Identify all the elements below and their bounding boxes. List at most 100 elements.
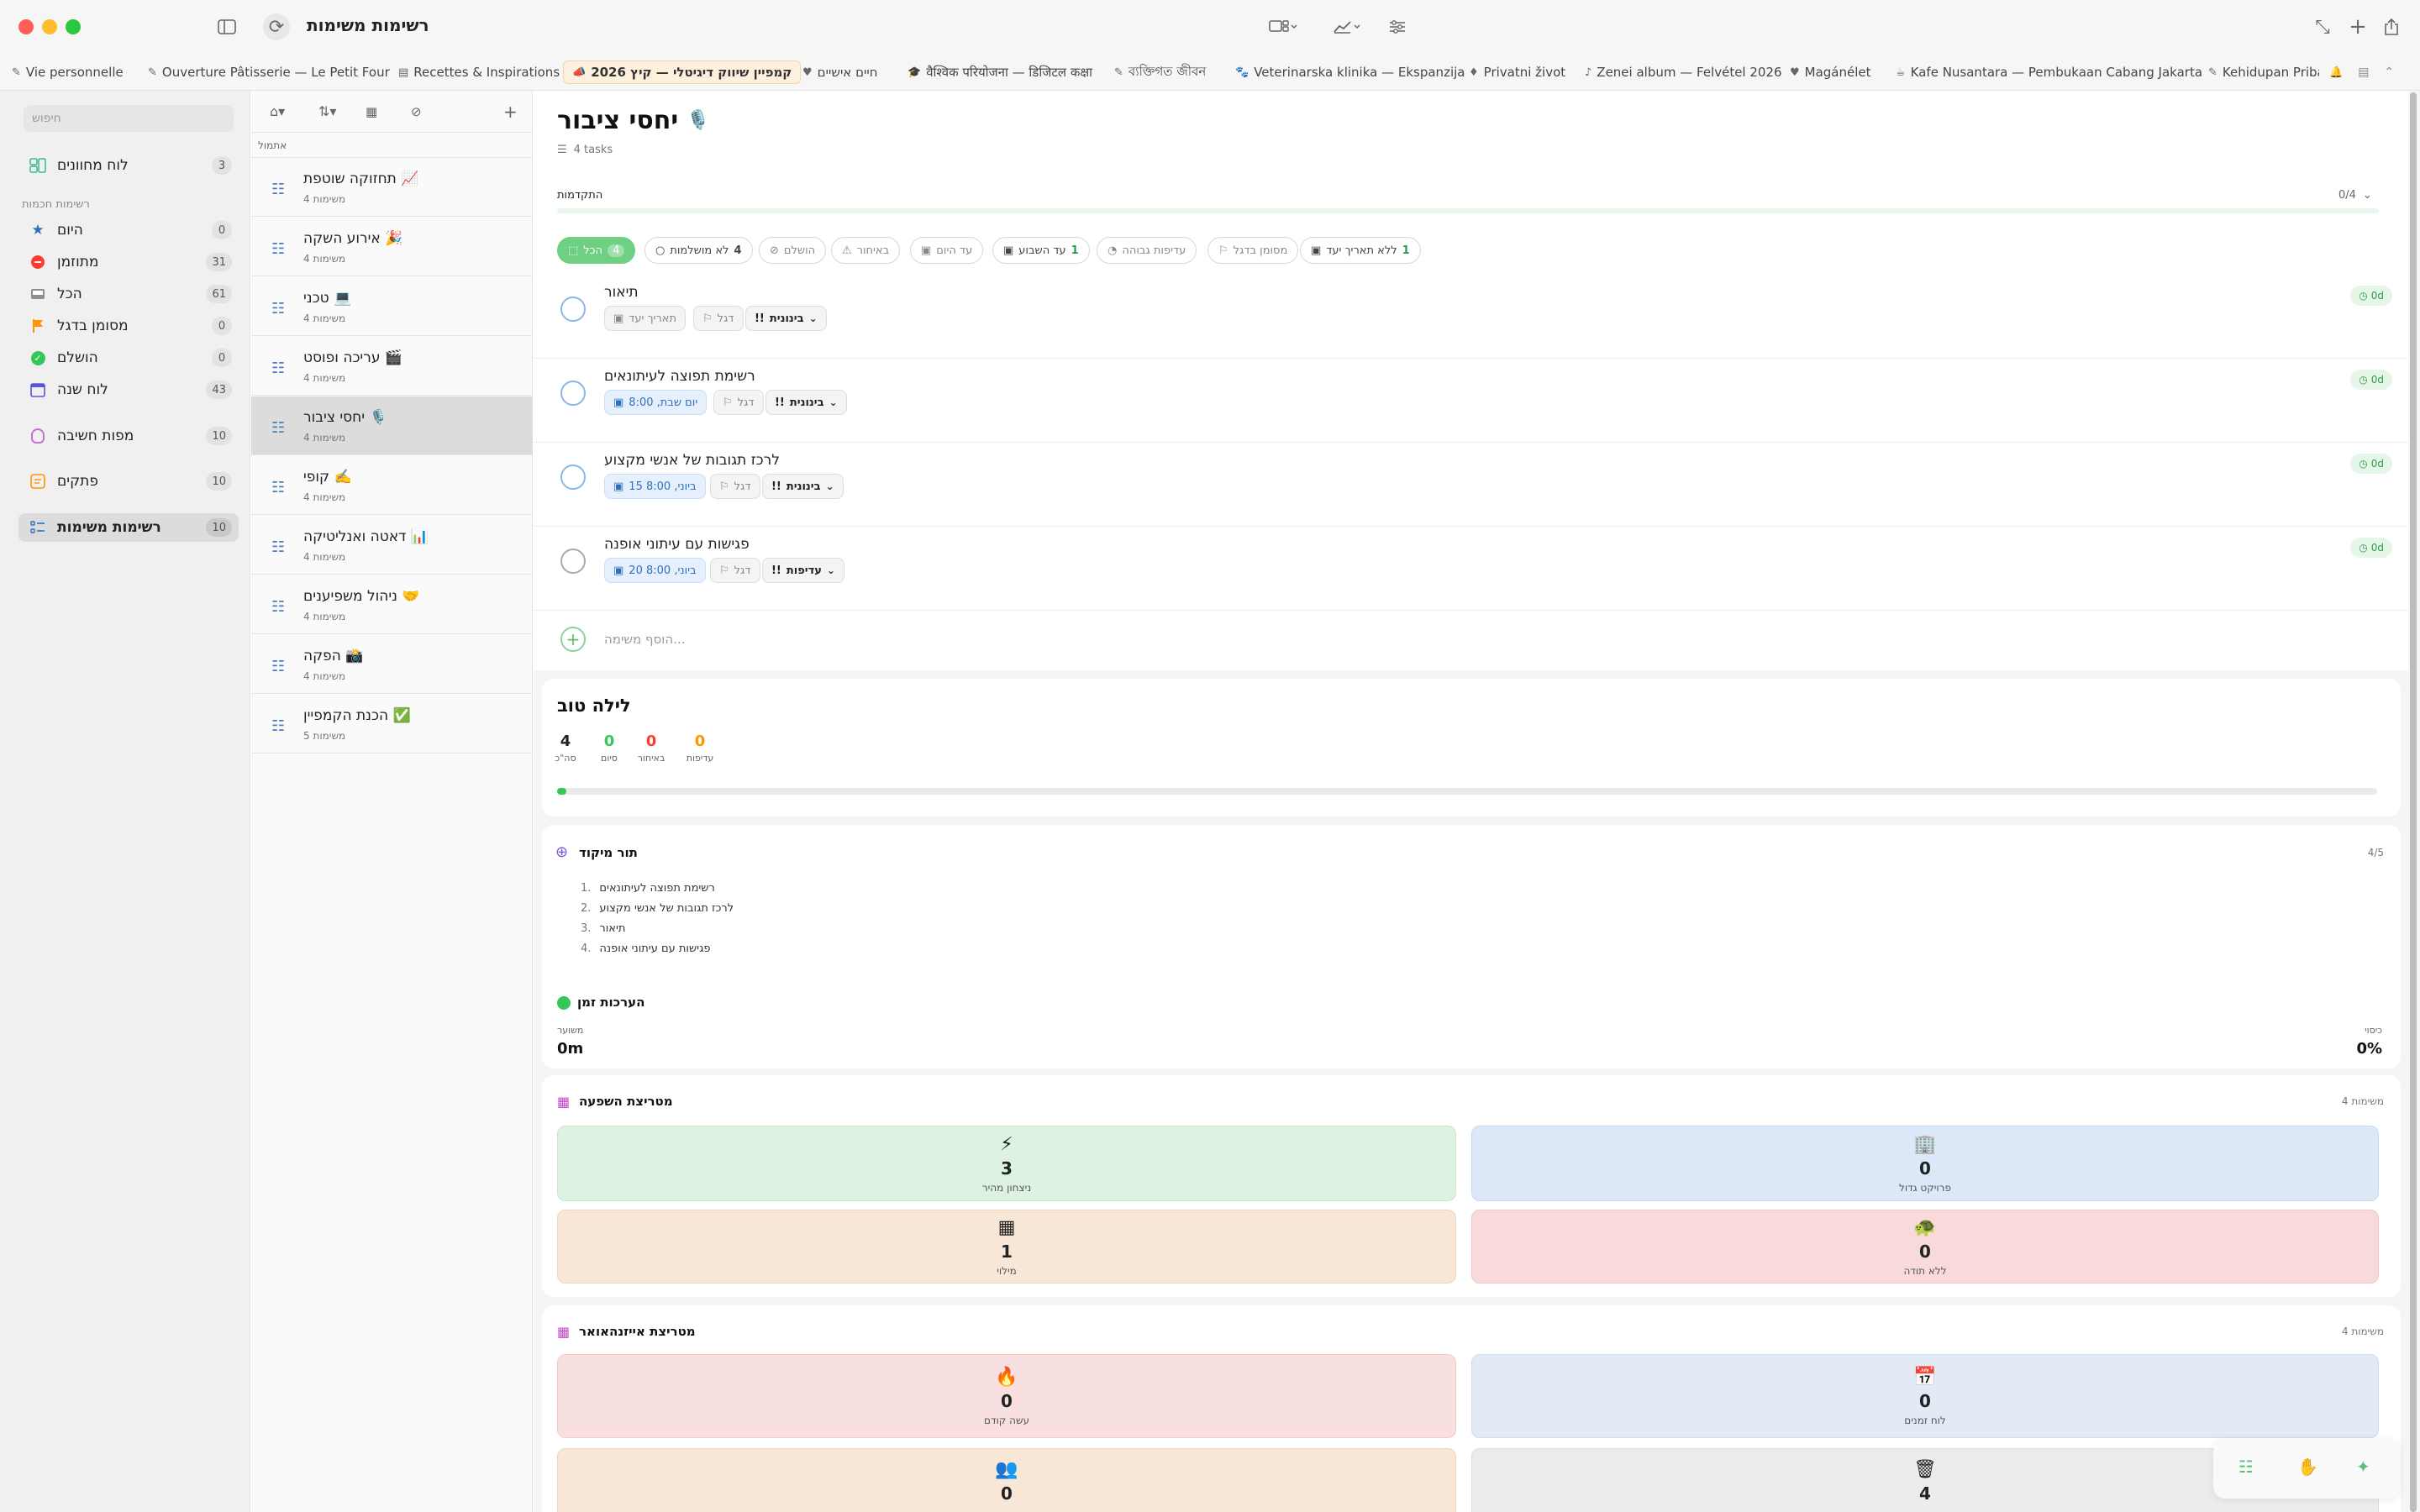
scrollbar-thumb[interactable] xyxy=(2410,92,2417,1512)
sync-icon[interactable]: ⟳ xyxy=(263,13,290,40)
due-date-chip[interactable]: ▣ תאריך יעד xyxy=(604,306,687,331)
focus-item[interactable]: 1. רשימת תפוצה לעיתונאים xyxy=(581,879,734,899)
due-date-chip[interactable]: ▣ יום שבת, 8:00 xyxy=(604,390,708,415)
tab[interactable]: ✎ ব্যক্তিগত জীবন xyxy=(1114,60,1206,84)
filler-cell[interactable]: ▦ 1 מילוי xyxy=(557,1210,1456,1284)
sidebar-item-scheduled[interactable]: מתוזמן 31 xyxy=(18,248,239,276)
sidebar-item-flagged[interactable]: מסומן בדגל 0 xyxy=(18,312,239,340)
tab[interactable]: ▤ Recettes & Inspirations xyxy=(398,60,560,84)
filter-chip-flagged[interactable]: ⚐ מסומן בדגל xyxy=(1207,237,1299,264)
tab[interactable]: ✎ Vie personnelle xyxy=(12,60,124,84)
flag-chip[interactable]: ⚐ דגל xyxy=(693,306,744,331)
tab[interactable]: ☕ Kafe Nusantara — Pembukaan Cabang Jakar… xyxy=(1896,60,2202,84)
add-task-input[interactable]: הוסף משימה... xyxy=(604,632,685,647)
quick-win-cell[interactable]: ⚡ 3 ניצחון מהיר xyxy=(557,1126,1456,1201)
list-item-selected[interactable]: ☷ יחסי ציבור 🎙️ 4 משימות xyxy=(251,396,533,455)
priority-dropdown[interactable]: !! בינונית ⌄ xyxy=(745,306,827,331)
tab[interactable]: ♪ Zenei album — Felvétel 2026 xyxy=(1585,60,1782,84)
list-item[interactable]: ☷ תחזוקה שוטפת 📈 4 משימות xyxy=(251,158,533,217)
add-icon[interactable]: + xyxy=(2346,13,2370,40)
sidebar-right-icon[interactable]: ▤ xyxy=(2358,66,2369,79)
bell-icon[interactable]: 🔔 xyxy=(2329,66,2343,79)
share-icon[interactable] xyxy=(2380,13,2403,40)
filter-sliders-icon[interactable] xyxy=(1385,13,1410,40)
grid-view-icon[interactable]: ▦ xyxy=(366,104,377,119)
list-item[interactable]: ☷ דאטה ואנליטיקה 📊 4 משימות xyxy=(251,516,533,575)
flag-chip[interactable]: ⚐ דגל xyxy=(710,474,760,499)
sidebar-item-tasklists[interactable]: רשימות משימות 10 xyxy=(18,513,239,542)
list-item[interactable]: ☷ אירוע השקה 🎉 4 משימות xyxy=(251,218,533,276)
list-item[interactable]: ☷ טכני 💻 4 משימות xyxy=(251,277,533,336)
tab[interactable]: 🎓 वैश्विक परियोजना — डिजिटल कक्षा xyxy=(908,60,1092,84)
task-row[interactable]: לרכז תגובות של אנשי מקצוע ▣ 15 ביוני, 8:0… xyxy=(534,444,2409,527)
chevron-up-icon[interactable]: ⌃ xyxy=(2384,66,2394,79)
sidebar-item-calendar[interactable]: לוח שנה 43 xyxy=(18,375,239,404)
due-date-chip[interactable]: ▣ 15 ביוני, 8:00 xyxy=(604,474,706,499)
list-item[interactable]: ☷ עריכה ופוסט 🎬 4 משימות xyxy=(251,337,533,396)
filter-chip-incomplete[interactable]: ○ לא מושלמות 4 xyxy=(644,237,753,264)
sidebar-item-completed[interactable]: ✓ הושלם 0 xyxy=(18,344,239,372)
priority-dropdown[interactable]: !! עדיפות ⌄ xyxy=(762,558,844,583)
tab-active[interactable]: 📣 קמפיין שיווק דיגיטלי — קיץ 2026 xyxy=(563,60,802,84)
task-row[interactable]: רשימת תפוצה לעיתונאים ▣ יום שבת, 8:00 ⚐ דג… xyxy=(534,360,2409,443)
hand-icon[interactable]: ✋ xyxy=(2297,1457,2318,1477)
list-item[interactable]: ☷ הכנת הקמפיין ✅ 5 משימות xyxy=(251,695,533,753)
check-filter-icon[interactable]: ⊘ xyxy=(411,104,422,119)
chart-menu-icon[interactable] xyxy=(1326,13,1368,40)
sidebar-item-mindmaps[interactable]: מפות חשיבה 10 xyxy=(18,422,239,450)
tab[interactable]: ✎ Kehidupan Pribadi xyxy=(2208,60,2319,84)
magic-wand-icon[interactable]: ✦ xyxy=(2356,1457,2370,1477)
filter-chip-no-due-date[interactable]: ▣ ללא תאריך יעד 1 xyxy=(1300,237,1421,264)
task-row[interactable]: תיאור ▣ תאריך יעד ⚐ דגל !! בינונית ⌄ ◷ 0d xyxy=(534,276,2409,359)
filter-chip-high-priority[interactable]: ◔ עדיפות גבוהה xyxy=(1097,237,1197,264)
search-input[interactable]: חיפוש xyxy=(32,112,61,125)
filter-chip-all[interactable]: ⬚ הכל 4 xyxy=(557,237,636,264)
filter-chip-overdue[interactable]: ⚠ באיחור xyxy=(831,237,901,264)
task-title[interactable]: רשימת תפוצה לעיתונאים xyxy=(604,368,755,385)
task-checkbox[interactable] xyxy=(560,381,586,406)
priority-dropdown[interactable]: !! בינונית ⌄ xyxy=(762,474,844,499)
big-project-cell[interactable]: 🏢 0 פרויקט גדול xyxy=(1471,1126,2379,1201)
tab[interactable]: 🐾 Veterinarska klinika — Ekspanzija xyxy=(1235,60,1465,84)
due-date-chip[interactable]: ▣ 20 ביוני, 8:00 xyxy=(604,558,706,583)
list-item[interactable]: ☷ קופי ✍️ 4 משימות xyxy=(251,456,533,515)
do-first-cell[interactable]: 🔥 0 עשה קודם xyxy=(557,1354,1456,1438)
task-checkbox[interactable] xyxy=(560,297,586,322)
priority-dropdown[interactable]: !! בינונית ⌄ xyxy=(765,390,847,415)
sidebar-item-today[interactable]: ★ היום 0 xyxy=(18,216,239,244)
focus-item[interactable]: 2. לרכז תגובות של אנשי מקצוע xyxy=(581,899,734,919)
thankless-cell[interactable]: 🐢 0 ללא תודה xyxy=(1471,1210,2379,1284)
sidebar-toggle-icon[interactable] xyxy=(214,13,239,40)
list-item[interactable]: ☷ הפקה 📸 4 משימות xyxy=(251,635,533,694)
collapse-icon[interactable]: ⤡ xyxy=(2311,13,2334,40)
delegate-cell[interactable]: 👥 0 xyxy=(557,1448,1456,1512)
filter-chip-completed[interactable]: ⊘ הושלם xyxy=(759,237,827,264)
sidebar-item-all[interactable]: הכל 61 xyxy=(18,280,239,308)
tab[interactable]: ♥ Magánélet xyxy=(1790,60,1871,84)
task-title[interactable]: לרכז תגובות של אנשי מקצוע xyxy=(604,452,780,469)
minimize-window-button[interactable] xyxy=(42,19,57,34)
add-list-icon[interactable]: + xyxy=(503,102,518,122)
task-checkbox[interactable] xyxy=(560,465,586,490)
task-title[interactable]: תיאור xyxy=(604,284,639,301)
focus-item[interactable]: 4. פגישות עם עיתוני אופנה xyxy=(581,939,734,959)
task-title[interactable]: פגישות עם עיתוני אופנה xyxy=(604,536,750,553)
flag-chip[interactable]: ⚐ דגל xyxy=(713,390,764,415)
task-checkbox[interactable] xyxy=(560,549,586,574)
tab[interactable]: ♥ חיים אישיים xyxy=(802,60,878,84)
inbox-menu-icon[interactable]: ⌂▾ xyxy=(270,103,285,119)
tab[interactable]: ✎ Ouverture Pâtisserie — Le Petit Four xyxy=(148,60,390,84)
schedule-cell[interactable]: 📅 0 לוח זמנים xyxy=(1471,1354,2379,1438)
task-list-icon[interactable]: ☷ xyxy=(2238,1457,2254,1477)
sidebar-item-dashboard[interactable]: לוח מחוונים 3 xyxy=(18,151,239,180)
focus-item[interactable]: 3. תיאור xyxy=(581,919,734,939)
tab[interactable]: ♦ Privatni život xyxy=(1469,60,1565,84)
close-window-button[interactable] xyxy=(18,19,34,34)
filter-chip-due-week[interactable]: ▣ עד השבוע 1 xyxy=(992,237,1090,264)
zoom-window-button[interactable] xyxy=(66,19,81,34)
flag-chip[interactable]: ⚐ דגל xyxy=(710,558,760,583)
filter-chip-due-today[interactable]: ▣ עד היום xyxy=(910,237,984,264)
view-layout-icon[interactable] xyxy=(1262,13,1304,40)
task-row[interactable]: פגישות עם עיתוני אופנה ▣ 20 ביוני, 8:00 ⚐… xyxy=(534,528,2409,611)
add-task-icon[interactable]: + xyxy=(560,627,586,652)
